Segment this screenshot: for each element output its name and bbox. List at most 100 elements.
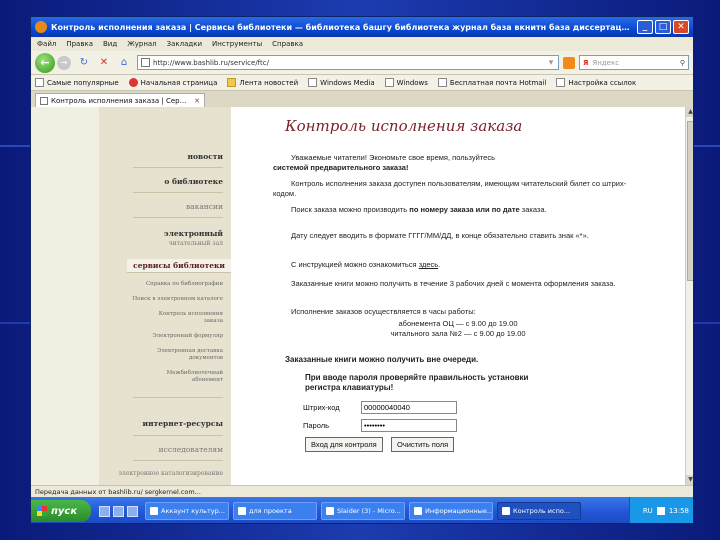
paragraph-intro: Уважаемые читатели! Экономьте свое время… [273,153,643,172]
scroll-up-icon[interactable]: ▲ [686,107,693,117]
sidebar-item-researchers[interactable]: исследователям [159,445,223,454]
start-button[interactable]: пуск [31,500,91,522]
tab-active[interactable]: Контроль исполнения заказа | Сер... ✕ [35,93,205,107]
menu-file[interactable]: Файл [37,40,56,48]
barcode-label: Штрих-код [303,403,340,412]
language-indicator[interactable]: RU [643,507,653,515]
reload-icon[interactable]: ↻ [77,56,91,70]
scroll-down-icon[interactable]: ▼ [686,475,693,485]
vertical-scrollbar[interactable]: ▲ ▼ [685,107,693,485]
page-icon [308,78,318,87]
quick-launch-icon[interactable] [113,505,124,517]
firefox-icon [35,21,47,33]
sidebar-item-electronic[interactable]: электронный [164,229,223,238]
minimize-button[interactable]: _ [637,20,653,34]
menu-bookmarks[interactable]: Закладки [167,40,202,48]
page-title: Контроль исполнения заказа [285,117,523,135]
back-button[interactable]: ← [35,52,55,73]
bookmark-item[interactable]: Лента новостей [227,78,298,87]
sidebar-item-about[interactable]: о библиотеке [164,177,223,186]
yandex-logo-icon: Я [583,58,589,67]
sidebar-subitem[interactable]: Электронный формуляр [152,333,223,340]
address-bar[interactable]: http://www.bashlib.ru/service/ftc/ ▾ [137,55,559,70]
sidebar-item-reading-room[interactable]: читательный зал [169,239,223,248]
sidebar-subitem[interactable]: документов [189,355,223,362]
close-tab-icon[interactable]: ✕ [194,97,200,105]
sidebar-subitem[interactable]: Контроль исполнения [159,311,223,318]
taskbar: пуск Аккаунт культур... для проекта Slai… [31,497,693,523]
folder-icon [238,507,246,515]
sidebar-subitem[interactable]: заказа [204,318,223,325]
maximize-button[interactable]: □ [655,20,671,34]
tray-icon[interactable] [656,507,665,515]
sidebar-subitem[interactable]: Поиск в электронном каталоге [132,296,223,303]
taskbar-item-active[interactable]: Контроль испо... [497,502,581,520]
page-icon [437,78,447,87]
sidebar-subitem[interactable]: Справка по библиографии [146,281,223,288]
menu-edit[interactable]: Правка [66,40,93,48]
scroll-thumb[interactable] [687,121,693,281]
sidebar-subitem[interactable]: абонемент [192,377,223,384]
sidebar-item-cataloging[interactable]: электронное каталогизирование [119,469,223,478]
barcode-row: Штрих-код [303,401,457,414]
menu-bar: Файл Правка Вид Журнал Закладки Инструме… [31,37,693,51]
page-icon [556,78,566,87]
taskbar-item[interactable]: Slaider (3) - Micro... [321,502,405,520]
divider [133,435,223,436]
sidebar-item-vacancies[interactable]: вакансии [186,202,223,211]
stop-icon[interactable]: ✕ [97,56,111,70]
status-bar: Передача данных от bashlib.ru/ sergkerne… [31,485,693,497]
dropdown-arrow-icon[interactable]: ▾ [544,58,558,68]
search-input[interactable]: Я Яндекс ⚲ [579,55,689,70]
taskbar-item[interactable]: Информационные... [409,502,493,520]
taskbar-item[interactable]: для проекта [233,502,317,520]
page-favicon [141,58,150,67]
rss-icon[interactable] [563,56,575,69]
start-label: пуск [51,505,78,517]
forward-button[interactable]: → [57,55,71,70]
taskbar-item-label: Контроль испо... [513,507,571,515]
search-text-end: заказа. [519,205,547,214]
title-bar[interactable]: Контроль исполнения заказа | Сервисы биб… [31,17,693,37]
menu-help[interactable]: Справка [272,40,303,48]
bookmark-item[interactable]: Windows [384,78,428,87]
barcode-input[interactable] [361,401,457,414]
pickup-text: Заказанные книги можно получить в течени… [291,279,616,288]
sidebar-item-internet[interactable]: интернет-ресурсы [143,419,223,428]
date-format-text: Дату следует вводить в формате ГГГГ/ММ/Д… [291,231,589,240]
submit-button[interactable]: Вход для контроля [305,437,383,452]
paragraph-instruction: С инструкцией можно ознакомиться здесь. [291,260,441,269]
sidebar-item-services[interactable]: сервисы библиотеки [127,259,231,273]
app-icon [414,507,422,515]
reset-button[interactable]: Очистить поля [391,437,455,452]
bookmark-item[interactable]: Начальная страница [128,78,218,87]
sidebar-subitem[interactable]: Электронная доставка [157,348,223,355]
quick-launch-icon[interactable] [127,505,138,517]
sidebar-item-news[interactable]: новости [188,152,223,161]
paragraph-search: Поиск заказа можно производить по номеру… [273,205,643,215]
bookmark-label: Начальная страница [140,78,218,87]
taskbar-item[interactable]: Аккаунт культур... [145,502,229,520]
home-icon[interactable]: ⌂ [117,56,131,70]
folder-icon [227,78,237,87]
app-icon [326,507,334,515]
close-button[interactable]: ✕ [673,20,689,34]
menu-history[interactable]: Журнал [127,40,156,48]
sidebar-subitem[interactable]: Межбиблиотечный [167,370,223,377]
menu-view[interactable]: Вид [103,40,117,48]
bookmark-item[interactable]: Windows Media [308,78,375,87]
page-content: новости о библиотеке вакансии электронны… [31,107,693,485]
tab-bar: Контроль исполнения заказа | Сер... ✕ [31,91,693,107]
bookmark-item[interactable]: Настройка ссылок [556,78,636,87]
clock[interactable]: 13:58 [669,507,689,515]
menu-tools[interactable]: Инструменты [212,40,262,48]
bookmark-label: Лента новостей [239,78,299,87]
paragraph-hours: Исполнение заказов осуществляется в часы… [273,307,643,317]
instruction-link[interactable]: здесь [419,260,438,269]
password-input[interactable] [361,419,457,432]
search-icon[interactable]: ⚲ [680,59,685,67]
bookmark-item[interactable]: Бесплатная почта Hotmail [437,78,546,87]
bookmark-item[interactable]: Самые популярные [35,78,119,87]
quick-launch-icon[interactable] [99,505,110,517]
window-title: Контроль исполнения заказа | Сервисы биб… [51,22,635,32]
